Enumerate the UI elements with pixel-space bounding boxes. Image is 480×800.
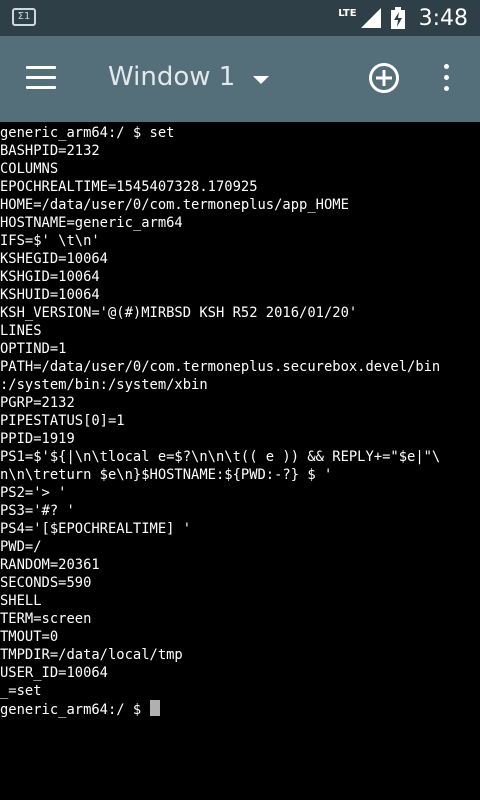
terminal-line: PGRP=2132	[0, 395, 75, 411]
terminal-prompt: generic_arm64:/ $	[0, 702, 150, 718]
add-circle-icon[interactable]	[368, 62, 400, 94]
network-type-label: LTE	[338, 7, 357, 19]
terminal-line: KSHUID=10064	[0, 287, 100, 303]
terminal-line: BASHPID=2132	[0, 143, 100, 159]
terminal-line: PIPESTATUS[0]=1	[0, 413, 125, 429]
dropdown-caret-icon[interactable]	[253, 76, 269, 84]
terminal-line: EPOCHREALTIME=1545407328.170925	[0, 179, 258, 195]
text-cursor	[149, 700, 160, 716]
terminal-line: HOSTNAME=generic_arm64	[0, 215, 183, 231]
terminal-line: generic_arm64:/ $ set	[0, 125, 175, 141]
terminal-output[interactable]: generic_arm64:/ $ set BASHPID=2132 COLUMNS…	[0, 122, 480, 800]
terminal-line: _=set	[0, 683, 42, 699]
overflow-menu-icon[interactable]	[442, 64, 450, 94]
terminal-line: TMPDIR=/data/local/tmp	[0, 647, 183, 663]
terminal-line: KSH_VERSION='@(#)MIRBSD KSH R52 2016/01/…	[0, 305, 358, 321]
terminal-line: SHELL	[0, 593, 42, 609]
terminal-line: USER_ID=10064	[0, 665, 108, 681]
terminal-line: :/system/bin:/system/xbin	[0, 377, 208, 393]
terminal-line: RANDOM=20361	[0, 557, 100, 573]
terminal-line: PS3='#? '	[0, 503, 75, 519]
terminal-line: PPID=1919	[0, 431, 75, 447]
status-bar: Σ1 LTE 3:48	[0, 0, 480, 36]
terminal-line: PS2='> '	[0, 485, 67, 501]
terminal-line: PS4='[$EPOCHREALTIME] '	[0, 521, 192, 537]
signal-icon	[360, 8, 381, 28]
terminal-line: TERM=screen	[0, 611, 92, 627]
terminal-line: TMOUT=0	[0, 629, 59, 645]
terminal-line: OPTIND=1	[0, 341, 67, 357]
hamburger-menu-icon[interactable]	[26, 66, 56, 90]
terminal-line: PS1=$'${|\n\tlocal e=$?\n\n\t(( e )) && …	[0, 449, 441, 465]
terminal-line: SECONDS=590	[0, 575, 92, 591]
app-toolbar: Window 1	[0, 36, 480, 122]
terminal-line: IFS=$' \t\n'	[0, 233, 100, 249]
terminal-line: KSHEGID=10064	[0, 251, 108, 267]
terminal-line: COLUMNS	[0, 161, 59, 177]
terminal-line: PATH=/data/user/0/com.termoneplus.secure…	[0, 359, 441, 375]
battery-charging-icon	[390, 7, 405, 29]
terminal-line: LINES	[0, 323, 42, 339]
terminal-line: PWD=/	[0, 539, 42, 555]
window-selector-title[interactable]: Window 1	[108, 62, 235, 92]
terminal-line: n\n\treturn $e\n}$HOSTNAME:${PWD:-?} $ '	[0, 467, 333, 483]
terminal-line: HOME=/data/user/0/com.termoneplus/app_HO…	[0, 197, 349, 213]
status-bar-right: LTE 3:48	[338, 0, 468, 36]
terminal-prompt-line[interactable]: generic_arm64:/ $	[0, 700, 480, 718]
clock: 3:48	[418, 5, 468, 31]
terminal-lines: generic_arm64:/ $ set BASHPID=2132 COLUMNS…	[0, 124, 480, 700]
terminal-notification-icon: Σ1	[12, 8, 36, 26]
terminal-line: KSHGID=10064	[0, 269, 100, 285]
